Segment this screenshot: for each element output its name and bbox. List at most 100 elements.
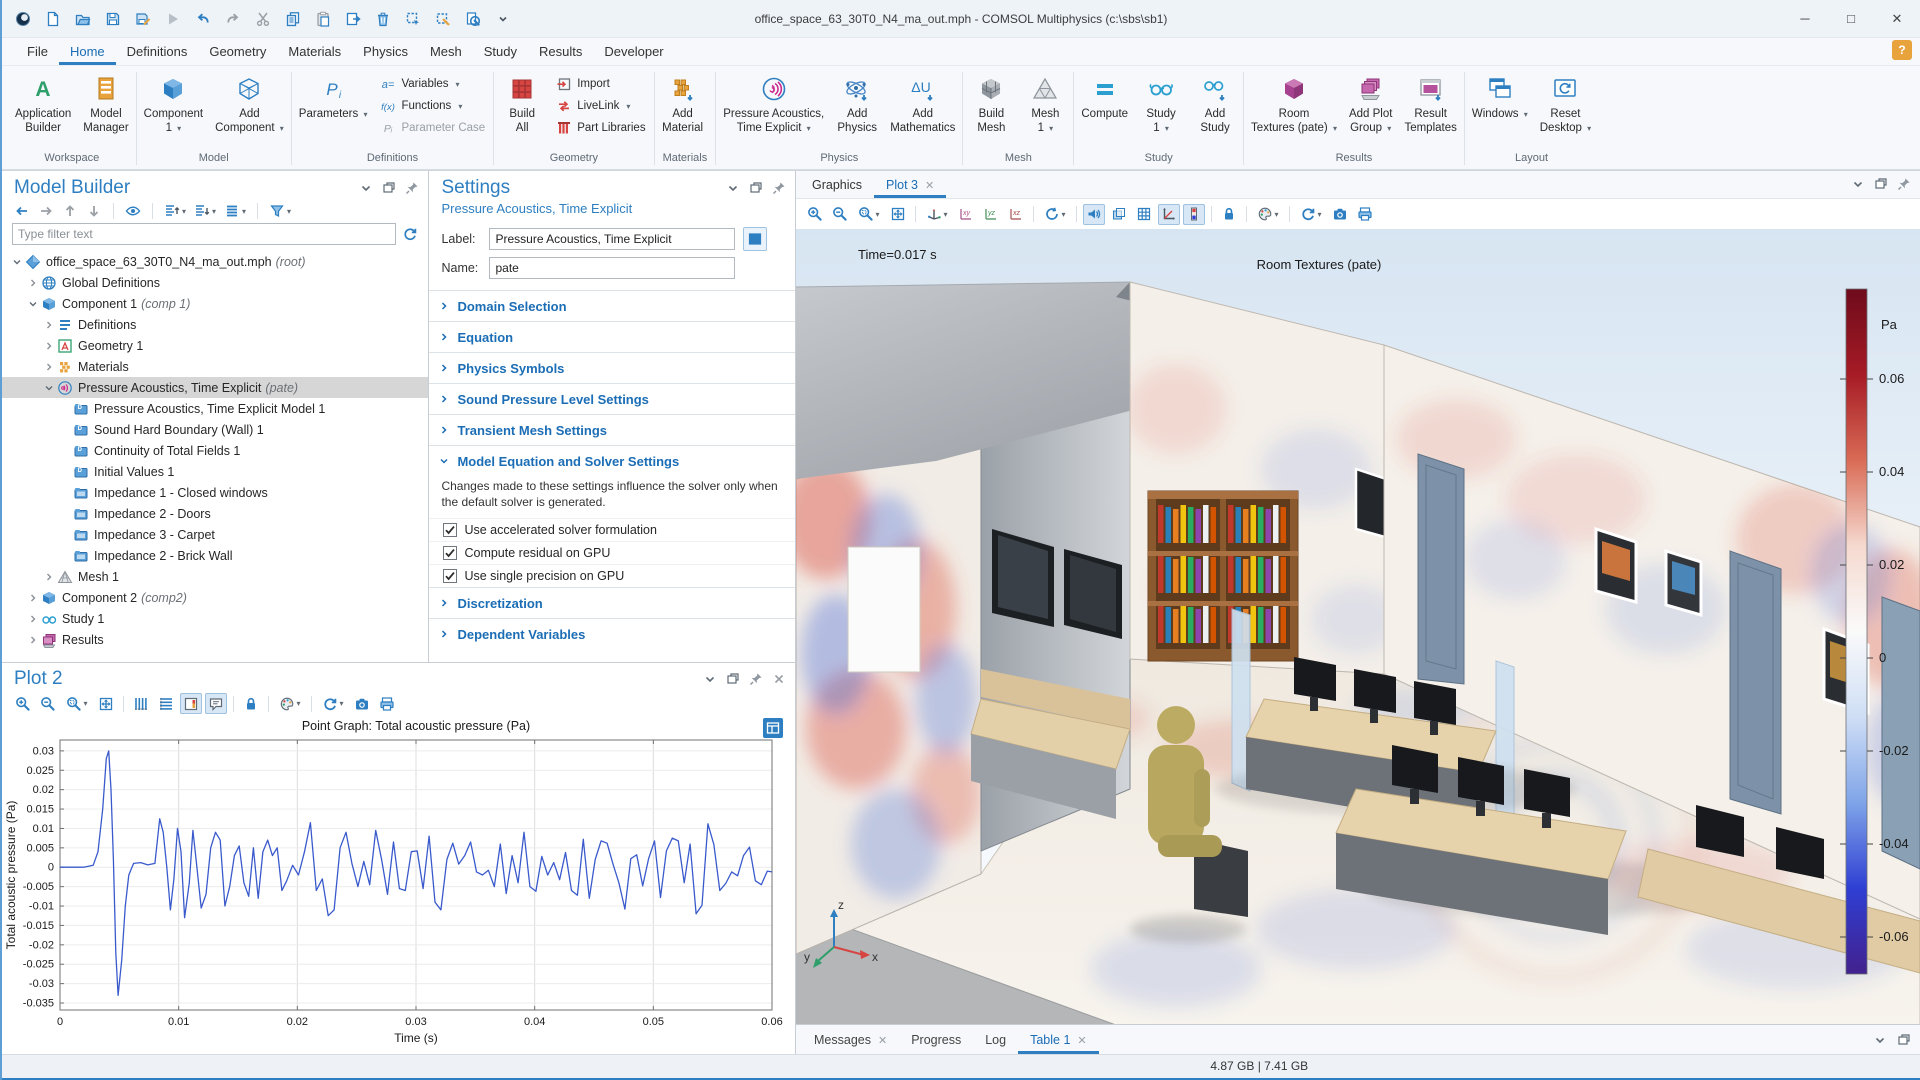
pin-icon[interactable] (1896, 176, 1912, 192)
collapse-chevron-icon[interactable] (10, 257, 24, 267)
section-equation[interactable]: Equation (429, 321, 795, 352)
axvis-button[interactable] (1158, 203, 1180, 225)
ribbon-button-pressure-acoustics-time-explicit[interactable]: Pressure Acoustics, Time Explicit ▾ (718, 71, 829, 137)
label-input[interactable] (489, 228, 736, 250)
ribbon-button-add-mathematics[interactable]: ΔU Add Mathematics (885, 71, 960, 137)
cut[interactable] (250, 6, 276, 32)
filter-refresh-icon[interactable] (402, 226, 418, 242)
tree-item-definitions[interactable]: Definitions (2, 314, 428, 335)
expand-down-icon[interactable] (194, 203, 210, 219)
menu-geometry[interactable]: Geometry (198, 40, 277, 65)
section-model-equation-and-solver-settings[interactable]: Model Equation and Solver Settings (429, 445, 795, 476)
checkbox-use-accelerated-solver-formulation[interactable]: Use accelerated solver formulation (429, 518, 795, 541)
tree-filter-input[interactable] (12, 223, 397, 245)
label-action-button[interactable] (743, 227, 768, 251)
camera-button[interactable] (351, 693, 373, 714)
tab-graphics[interactable]: Graphics (800, 173, 874, 198)
paste[interactable] (310, 6, 336, 32)
tab-plot-3[interactable]: Plot 3 ✕ (874, 173, 946, 198)
delete[interactable] (370, 6, 396, 32)
tab-table-1[interactable]: Table 1 ✕ (1018, 1028, 1099, 1054)
ribbon-button-add-physics[interactable]: Add Physics (831, 71, 883, 137)
tree-item-continuity-of-total-fields-1[interactable]: D Continuity of Total Fields 1 (2, 440, 428, 461)
ygrid-button[interactable] (155, 693, 177, 714)
tree-item-impedance-2-doors[interactable]: Impedance 2 - Doors (2, 503, 428, 524)
triad-button[interactable]: ▾ (922, 204, 952, 225)
chev-down-icon[interactable] (725, 180, 741, 196)
save-as[interactable] (130, 6, 156, 32)
zoom-box-button[interactable]: ▾ (62, 693, 92, 714)
plot-properties-button[interactable] (763, 718, 783, 739)
checkbox-use-single-precision-on-gpu[interactable]: Use single precision on GPU (429, 564, 795, 587)
help-button[interactable]: ? (1892, 40, 1912, 60)
menu-definitions[interactable]: Definitions (116, 40, 199, 65)
ribbon-button-reset-desktop[interactable]: Reset Desktop ▾ (1535, 71, 1596, 137)
tree-item-impedance-2-brick-wall[interactable]: Impedance 2 - Brick Wall (2, 545, 428, 566)
zoom-in-button[interactable] (804, 204, 826, 225)
refresh-button[interactable]: ▾ (318, 693, 348, 714)
tab-close-icon[interactable]: ✕ (925, 179, 934, 192)
ribbon-button-add-plot-group[interactable]: Add Plot Group ▾ (1344, 71, 1397, 137)
tab-log[interactable]: Log (973, 1028, 1018, 1054)
menu-developer[interactable]: Developer (593, 40, 674, 65)
select-box[interactable] (400, 6, 426, 32)
menu-mesh[interactable]: Mesh (419, 40, 473, 65)
undo[interactable] (190, 6, 216, 32)
new-file[interactable] (40, 6, 66, 32)
ribbon-button-result-templates[interactable]: Result Templates (1399, 71, 1461, 137)
xgrid-button[interactable] (130, 693, 152, 714)
arrow-up-icon[interactable] (62, 203, 78, 219)
section-discretization[interactable]: Discretization (429, 587, 795, 618)
tree-item-initial-values-1[interactable]: D Initial Values 1 (2, 461, 428, 482)
tab-close-icon[interactable]: ✕ (878, 1034, 887, 1047)
ribbon-button-add-component[interactable]: Add Component ▾ (210, 71, 289, 137)
print-button[interactable] (376, 693, 398, 714)
float-icon[interactable] (1896, 1032, 1912, 1048)
expand-chevron-icon[interactable] (26, 278, 40, 288)
tree-item-office-space-63-30t0-n4-ma-out-mph[interactable]: office_space_63_30T0_N4_ma_out.mph (root) (2, 251, 428, 272)
menu-results[interactable]: Results (528, 40, 593, 65)
ribbon-button-livelink[interactable]: LiveLink ▾ (552, 97, 649, 115)
float-icon[interactable] (1873, 176, 1889, 192)
arrow-right-icon[interactable] (38, 203, 54, 219)
minimize-button[interactable]: ─ (1782, 0, 1828, 38)
rotate-button[interactable]: ▾ (1040, 204, 1070, 225)
menu-physics[interactable]: Physics (352, 40, 419, 65)
fit-button[interactable] (887, 204, 909, 225)
ribbon-button-add-study[interactable]: Add Study (1189, 71, 1241, 137)
tree-item-geometry-1[interactable]: Geometry 1 (2, 335, 428, 356)
grid-button[interactable] (1133, 204, 1155, 225)
name-input[interactable] (489, 257, 736, 279)
zoom-in-button[interactable] (12, 693, 34, 714)
ribbon-button-functions[interactable]: f(x) Functions ▾ (376, 97, 489, 115)
viewyz-button[interactable]: yz (980, 204, 1002, 225)
cbar-button[interactable] (1183, 203, 1205, 225)
ribbon-button-component-1[interactable]: Component 1 ▾ (139, 71, 208, 137)
run[interactable] (160, 6, 186, 32)
tab-close-icon[interactable]: ✕ (1077, 1034, 1086, 1047)
legend-button[interactable] (180, 693, 202, 715)
tree-item-sound-hard-boundary-wall-1[interactable]: D Sound Hard Boundary (Wall) 1 (2, 419, 428, 440)
comsol-logo[interactable] (10, 6, 36, 32)
maximize-button[interactable]: □ (1828, 0, 1874, 38)
collapse-ribbon[interactable] (490, 6, 516, 32)
open-file[interactable] (70, 6, 96, 32)
zoom-out-button[interactable] (829, 204, 851, 225)
palette-button[interactable]: ▾ (275, 693, 305, 714)
pin-icon[interactable] (771, 180, 787, 196)
filter-icon[interactable] (269, 203, 285, 219)
collapse-up-icon[interactable] (164, 203, 180, 219)
ribbon-button-model-manager[interactable]: Model Manager (78, 71, 133, 137)
expand-chevron-icon[interactable] (26, 635, 40, 645)
refresh-button[interactable]: ▾ (1296, 204, 1326, 225)
section-dependent-variables[interactable]: Dependent Variables (429, 618, 795, 649)
room-3d-view[interactable]: Pa 0.06 0.04 0.02 0 -0.02 -0.04 -0.06 z … (796, 229, 1920, 1024)
section-domain-selection[interactable]: Domain Selection (429, 290, 795, 321)
camera-button[interactable] (1329, 204, 1351, 225)
float-icon[interactable] (381, 180, 397, 196)
float-icon[interactable] (725, 671, 741, 687)
note-button[interactable] (205, 693, 227, 715)
eye-icon[interactable] (125, 203, 141, 219)
ribbon-button-parameters[interactable]: Pi Parameters ▾ (294, 71, 373, 122)
chev-down-icon[interactable] (358, 180, 374, 196)
